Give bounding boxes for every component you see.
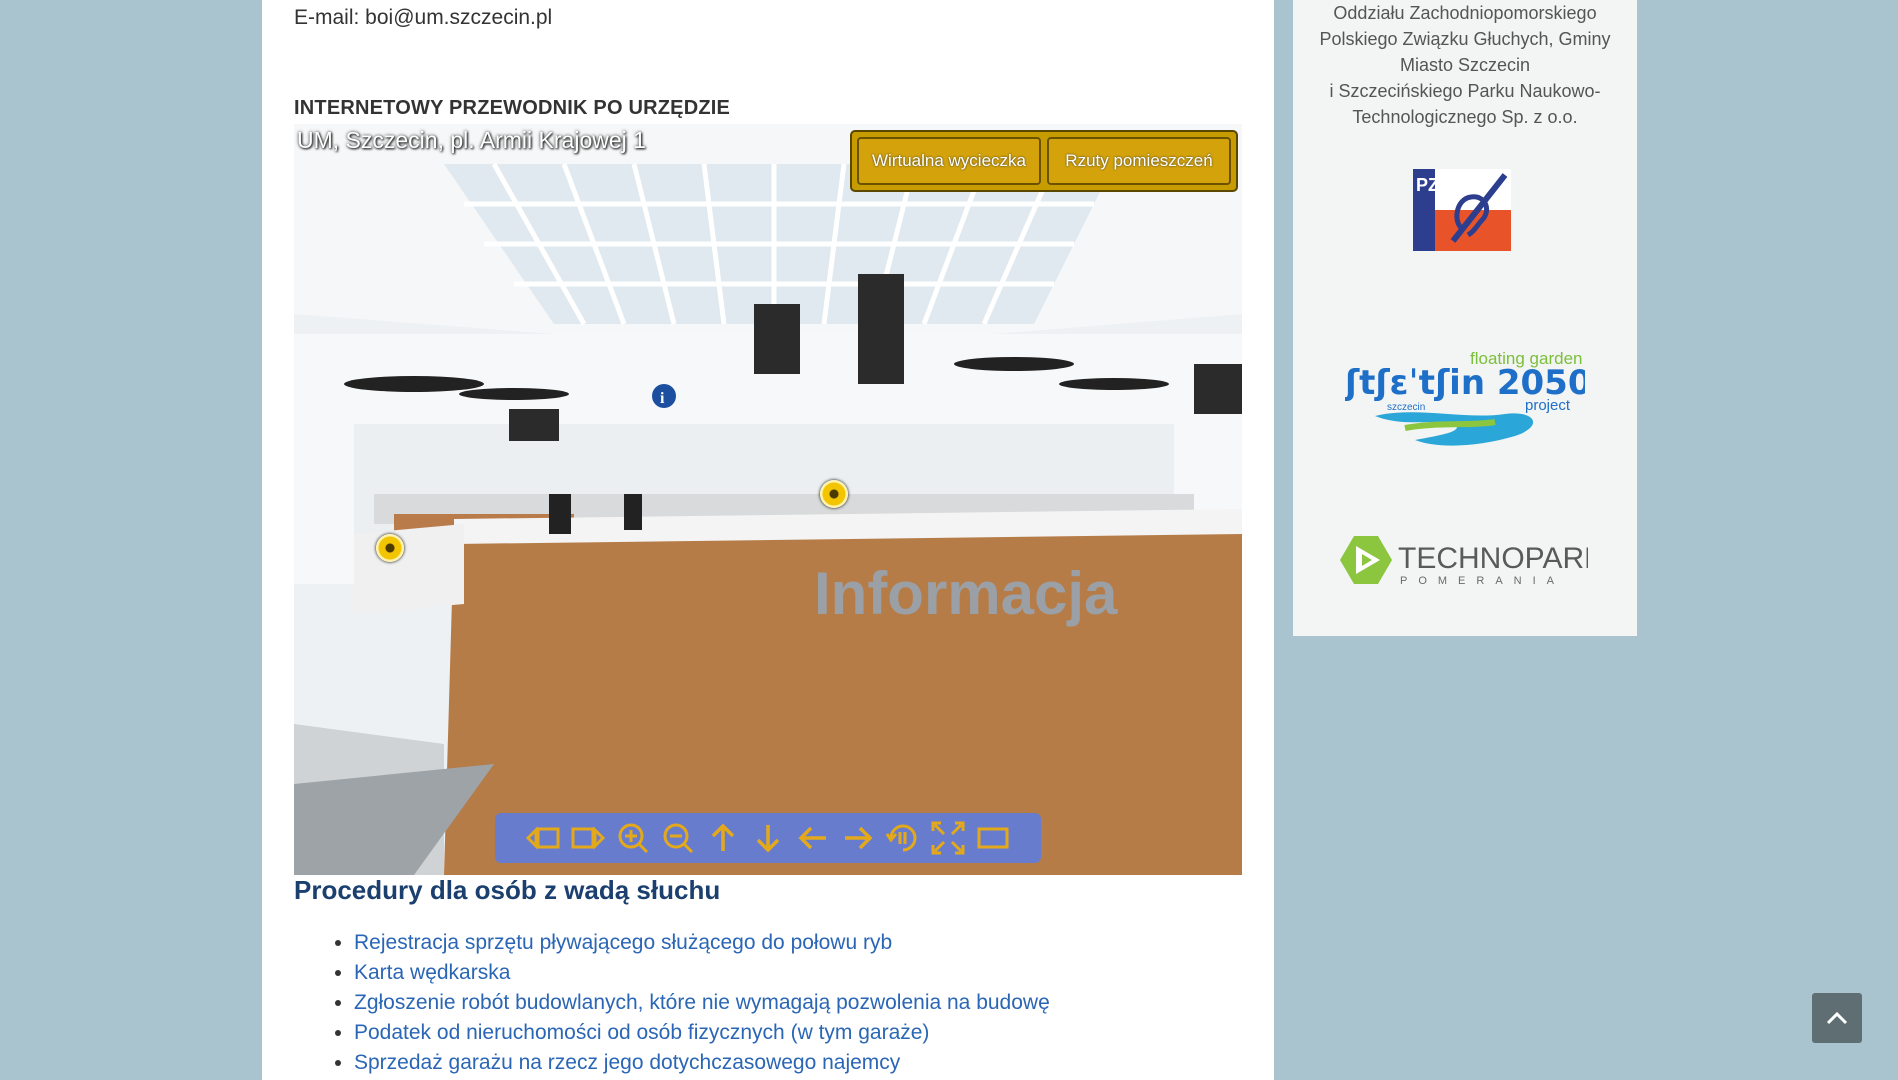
pzg-letters: PZG xyxy=(1416,175,1453,195)
list-item: Zgłoszenie robót budowlanych, które nie … xyxy=(354,988,1050,1018)
hotspot-center[interactable] xyxy=(820,480,848,508)
fullscreen-icon[interactable] xyxy=(930,820,966,856)
partners-line: i Szczecińskiego Parku Naukowo- xyxy=(1329,81,1601,101)
partners-line: Technologicznego Sp. z o.o. xyxy=(1352,107,1578,127)
arrow-down-icon[interactable] xyxy=(750,820,786,856)
szczecin-text: szczecin xyxy=(1387,402,1425,413)
arrow-up-icon[interactable] xyxy=(705,820,741,856)
list-item: Sprzedaż garażu na rzecz jego dotychczas… xyxy=(354,1048,1050,1078)
scroll-left-icon[interactable] xyxy=(525,820,561,856)
scroll-right-icon[interactable] xyxy=(570,820,606,856)
scene-sign: Informacja xyxy=(814,560,1118,627)
procedure-link[interactable]: Sprzedaż garażu na rzecz jego dotychczas… xyxy=(354,1051,900,1074)
autorotate-icon[interactable] xyxy=(885,820,921,856)
panorama-scene[interactable]: i Informacja xyxy=(294,124,1242,875)
floor-plans-button[interactable]: Rzuty pomieszczeń xyxy=(1047,137,1231,185)
guide-heading: INTERNETOWY PRZEWODNIK PO URZĘDZIE xyxy=(294,97,731,119)
stettin-2050-logo[interactable]: floating garden ʃtʃɛˈtʃin 2050 project s… xyxy=(1343,336,1592,457)
list-item: Rejestracja sprzętu pływającego służąceg… xyxy=(354,928,1050,958)
window-icon[interactable] xyxy=(975,820,1011,856)
partners-line: Miasto Szczecin xyxy=(1399,55,1531,75)
partners-line: Oddziału Zachodniopomorskiego xyxy=(1333,3,1597,23)
procedure-link[interactable]: Podatek od nieruchomości od osób fizyczn… xyxy=(354,1021,929,1044)
partners-line: Polskiego Związku Głuchych, Gminy xyxy=(1319,29,1611,49)
tour-caption: UM, Szczecin, pl. Armii Krajowej 1 xyxy=(297,127,646,153)
procedure-link[interactable]: Karta wędkarska xyxy=(354,961,510,984)
zoom-in-icon[interactable] xyxy=(615,820,651,856)
procedure-link[interactable]: Rejestracja sprzętu pływającego służąceg… xyxy=(354,931,892,954)
procedures-title: Procedury dla osób z wadą słuchu xyxy=(294,875,721,905)
pzg-logo[interactable]: PZG xyxy=(1413,169,1511,256)
sidebar-partners: Oddziału Zachodniopomorskiego Polskiego … xyxy=(1293,0,1637,636)
virtual-tour-viewer[interactable]: i Informacja UM, Szczecin, pl. Armii Kra… xyxy=(294,124,1242,875)
list-item: Podatek od nieruchomości od osób fizyczn… xyxy=(354,1018,1050,1048)
procedures-list: Rejestracja sprzętu pływającego służąceg… xyxy=(294,928,1050,1078)
tour-mode-switcher: Wirtualna wycieczka Rzuty pomieszczeń xyxy=(850,130,1238,192)
scroll-to-top-button[interactable] xyxy=(1812,993,1862,1043)
zoom-out-icon[interactable] xyxy=(660,820,696,856)
hotspot-left[interactable] xyxy=(376,534,404,562)
list-item: Karta wędkarska xyxy=(354,958,1050,988)
pomerania-text: POMERANIA xyxy=(1400,575,1565,587)
arrow-left-icon[interactable] xyxy=(795,820,831,856)
partners-text: Oddziału Zachodniopomorskiego Polskiego … xyxy=(1305,0,1625,130)
arrow-right-icon[interactable] xyxy=(840,820,876,856)
virtual-tour-button[interactable]: Wirtualna wycieczka xyxy=(857,137,1041,185)
tour-toolbar xyxy=(495,813,1041,863)
chevron-up-icon xyxy=(1826,1011,1848,1025)
technopark-text: TECHNOPARK xyxy=(1398,542,1588,575)
contact-email: E-mail: boi@um.szczecin.pl xyxy=(294,6,553,29)
svg-text:i: i xyxy=(660,390,665,407)
procedure-link[interactable]: Zgłoszenie robót budowlanych, które nie … xyxy=(354,991,1050,1014)
main-content: E-mail: boi@um.szczecin.pl INTERNETOWY P… xyxy=(262,0,1274,1080)
technopark-pomerania-logo[interactable]: TECHNOPARK POMERANIA xyxy=(1338,530,1604,595)
project-text: project xyxy=(1525,397,1571,414)
